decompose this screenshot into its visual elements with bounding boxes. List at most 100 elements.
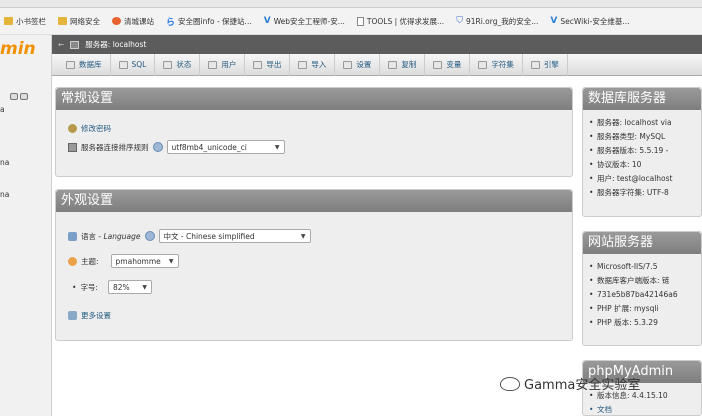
language-row: 语言 - Language 中文 - Chinese simplified ▼ — [68, 229, 311, 243]
general-settings-panel: 常规设置 修改密码 服务器连接排序规则 utf8mb4_unicode_ci ▼ — [55, 87, 573, 177]
tab-variables[interactable]: 变量 — [425, 53, 471, 76]
folder-icon — [58, 17, 67, 25]
panel-title: 外观设置 — [56, 190, 572, 212]
theme-row: 主题: pmahomme ▼ — [68, 254, 179, 268]
list-item: Microsoft-IIS/7.5 — [589, 260, 701, 274]
bookmark-item[interactable]: 清城课站 — [112, 16, 154, 27]
font-size-label: 字号: — [80, 282, 98, 292]
variables-icon — [433, 60, 443, 69]
more-settings-link[interactable]: 更多设置 — [81, 310, 111, 321]
theme-select[interactable]: pmahomme ▼ — [110, 254, 179, 268]
tab-charsets[interactable]: 字符集 — [470, 53, 523, 76]
chevron-down-icon: ▼ — [142, 283, 147, 291]
chevron-down-icon: ▼ — [300, 232, 306, 240]
bookmark-item[interactable]: 网络安全 — [58, 16, 100, 27]
tab-replication[interactable]: 复制 — [380, 53, 426, 76]
nav-db-item[interactable]: na — [0, 190, 9, 199]
charset-icon — [478, 60, 488, 69]
bookmark-item[interactable]: V SecWiki-安全维基... — [550, 16, 629, 27]
font-size-row: • 字号: 82% ▼ — [72, 280, 152, 294]
nav-collapse-controls[interactable] — [10, 93, 28, 100]
status-icon — [163, 60, 173, 69]
tab-export[interactable]: 导出 — [245, 53, 291, 76]
collation-select[interactable]: utf8mb4_unicode_ci ▼ — [166, 140, 285, 154]
list-item: 协议版本: 10 — [589, 158, 701, 172]
chevron-down-icon: ▼ — [274, 143, 280, 151]
server-icon — [70, 40, 80, 49]
panel-title: 数据库服务器 — [583, 88, 701, 110]
language-select[interactable]: 中文 - Chinese simplified ▼ — [158, 229, 311, 243]
tab-sql[interactable]: SQL — [111, 53, 156, 76]
shield-icon: ⛉ — [456, 16, 463, 26]
v-icon: V — [263, 16, 271, 26]
list-item: 服务器类型: MySQL — [589, 130, 701, 144]
watermark: Gamma安全实验室 — [500, 374, 640, 393]
collation-label: 服务器连接排序规则 — [81, 142, 149, 152]
collation-row: 服务器连接排序规则 utf8mb4_unicode_ci ▼ — [68, 140, 285, 154]
folder-icon — [4, 17, 13, 25]
link-icon[interactable] — [20, 93, 28, 100]
nav-db-item[interactable]: na — [0, 158, 9, 167]
list-item: 用户: test@localhost — [589, 172, 701, 186]
list-item: PHP 版本: 5.3.29 — [589, 316, 701, 330]
bookmark-item[interactable]: TOOLS | 优得求发展... — [356, 16, 444, 27]
brand-c-icon — [112, 17, 121, 25]
help-icon[interactable] — [152, 142, 163, 152]
tab-settings[interactable]: 设置 — [335, 53, 381, 76]
language-icon — [68, 231, 77, 241]
collapse-arrow-icon[interactable]: ← — [58, 40, 64, 49]
replication-icon — [388, 60, 398, 69]
server-breadcrumb[interactable]: 服务器: localhost — [85, 39, 146, 50]
help-icon[interactable] — [144, 231, 155, 241]
list-item: 731e5b87ba42146a6 — [589, 288, 701, 302]
tab-users[interactable]: 用户 — [200, 53, 246, 76]
key-icon — [68, 124, 77, 133]
export-icon — [253, 60, 263, 69]
bookmark-item[interactable]: ら安全圈info - 保捷站... — [166, 15, 252, 28]
wechat-icon — [500, 376, 520, 391]
main-tabs: 数据库 SQL 状态 用户 导出 导入 设置 复制 变量 字符集 引擎 — [52, 53, 702, 76]
font-size-select[interactable]: 82% ▼ — [107, 280, 152, 294]
left-navigation-panel: min a na na — [0, 35, 52, 416]
change-password-link[interactable]: 修改密码 — [81, 123, 111, 134]
users-icon — [208, 60, 218, 69]
panel-title: 常规设置 — [56, 88, 572, 110]
nav-db-item[interactable]: a — [0, 105, 5, 114]
tab-import[interactable]: 导入 — [290, 53, 336, 76]
bookmark-item[interactable]: ⛉ 91Ri.org_我的安全... — [456, 16, 538, 27]
server-breadcrumb-bar: ← 服务器: localhost — [52, 35, 702, 54]
tab-engines[interactable]: 引擎 — [523, 53, 568, 76]
s-icon: ら — [166, 17, 176, 28]
theme-label: 主题: — [81, 256, 99, 266]
phpmyadmin-logo[interactable]: min — [0, 39, 36, 59]
web-server-panel: 网站服务器 Microsoft-IIS/7.5 数据库客户端版本: 链 731e… — [582, 231, 702, 346]
list-item: PHP 扩展: mysqli — [589, 302, 701, 316]
appearance-settings-panel: 外观设置 语言 - Language 中文 - Chinese simplifi… — [55, 189, 573, 341]
list-item: 数据库客户端版本: 链 — [589, 274, 701, 288]
database-server-panel: 数据库服务器 服务器: localhost via 服务器类型: MySQL 服… — [582, 87, 702, 217]
chevron-down-icon: ▼ — [168, 257, 174, 265]
palette-icon — [68, 256, 77, 266]
tab-databases[interactable]: 数据库 — [58, 53, 111, 76]
change-password-row: 修改密码 — [68, 123, 111, 134]
bookmark-item[interactable]: V Web安全工程师-安... — [264, 16, 345, 27]
collation-icon — [68, 142, 77, 152]
bookmarks-bar: 小书签栏 网络安全 清城课站 ら安全圈info - 保捷站... V Web安全工… — [0, 8, 702, 35]
engine-icon — [530, 60, 540, 69]
bookmark-item[interactable]: 小书签栏 — [4, 16, 46, 27]
documentation-link[interactable]: 文档 — [589, 403, 701, 415]
list-item: 服务器版本: 5.5.19 - — [589, 144, 701, 158]
database-icon — [66, 60, 75, 69]
list-item: 服务器: localhost via — [589, 116, 701, 130]
v-icon: V — [550, 16, 558, 26]
more-settings-row: 更多设置 — [68, 310, 111, 321]
list-item: 服务器字符集: UTF-8 — [589, 186, 701, 200]
browser-chrome-top — [0, 0, 702, 8]
import-icon — [298, 60, 308, 69]
collapse-all-icon[interactable] — [10, 93, 18, 100]
wrench-icon — [68, 311, 77, 320]
sql-icon — [118, 60, 128, 69]
settings-icon — [343, 60, 353, 69]
panel-title: 网站服务器 — [583, 232, 701, 254]
tab-status[interactable]: 状态 — [155, 53, 201, 76]
